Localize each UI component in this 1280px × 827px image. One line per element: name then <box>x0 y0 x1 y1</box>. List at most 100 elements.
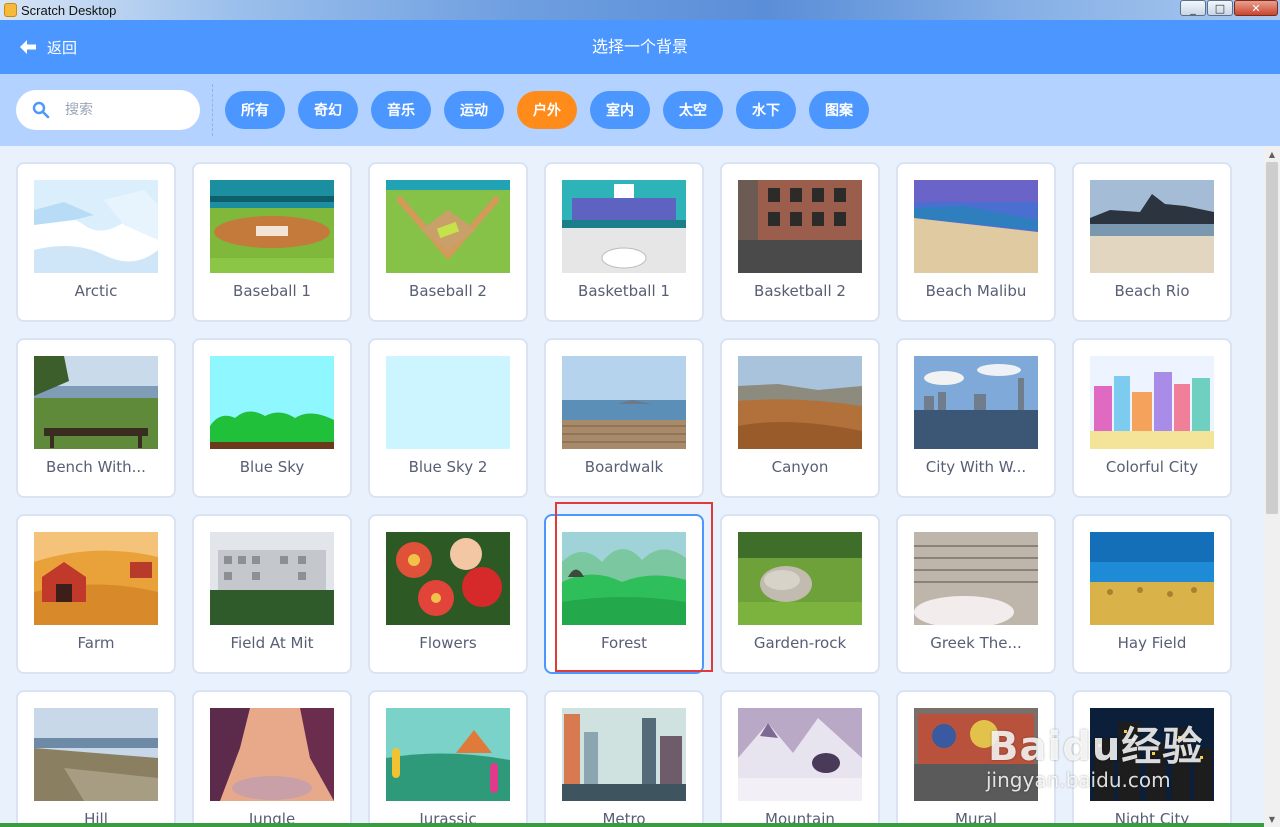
backdrop-thumbnail <box>738 708 862 801</box>
search-input[interactable] <box>65 102 185 118</box>
backdrop-card-night-city[interactable]: Night City <box>1072 690 1232 827</box>
backdrop-name: Hay Field <box>1117 634 1187 652</box>
backdrop-card-mountain[interactable]: Mountain <box>720 690 880 827</box>
backdrop-thumbnail <box>1090 708 1214 801</box>
backdrop-name: Canyon <box>771 458 829 476</box>
scroll-down-arrow-icon[interactable]: ▼ <box>1264 811 1280 827</box>
tag-music[interactable]: 音乐 <box>371 91 431 129</box>
backdrop-card-flowers[interactable]: Flowers <box>368 514 528 674</box>
backdrop-card-jungle[interactable]: Jungle <box>192 690 352 827</box>
backdrop-thumbnail <box>738 532 862 625</box>
scroll-up-arrow-icon[interactable]: ▲ <box>1264 146 1280 162</box>
backdrop-thumbnail <box>562 180 686 273</box>
backdrop-thumbnail <box>34 532 158 625</box>
tag-space[interactable]: 太空 <box>663 91 723 129</box>
backdrop-name: Field At Mit <box>230 634 314 652</box>
backdrop-card-beach-malibu[interactable]: Beach Malibu <box>896 162 1056 322</box>
backdrop-name: Bench With... <box>46 458 146 476</box>
backdrop-card-hay-field[interactable]: Hay Field <box>1072 514 1232 674</box>
backdrop-thumbnail <box>562 532 686 625</box>
backdrop-card-city-with-water[interactable]: City With W... <box>896 338 1056 498</box>
backdrop-name: City With W... <box>925 458 1027 476</box>
backdrop-thumbnail <box>738 180 862 273</box>
library-header: 返回 选择一个背景 <box>0 20 1280 74</box>
backdrop-thumbnail <box>914 532 1038 625</box>
backdrop-card-boardwalk[interactable]: Boardwalk <box>544 338 704 498</box>
backdrop-thumbnail <box>914 356 1038 449</box>
backdrop-grid: Arctic Baseball 1 Baseball 2 Basketball … <box>0 146 1264 827</box>
tag-all[interactable]: 所有 <box>225 91 285 129</box>
backdrop-card-blue-sky-2[interactable]: Blue Sky 2 <box>368 338 528 498</box>
scrollbar-thumb[interactable] <box>1266 162 1278 514</box>
scratch-app-icon <box>4 3 17 17</box>
backdrop-card-arctic[interactable]: Arctic <box>16 162 176 322</box>
backdrop-name: Beach Malibu <box>925 282 1027 300</box>
backdrop-thumbnail <box>386 180 510 273</box>
backdrop-thumbnail <box>34 180 158 273</box>
backdrop-name: Baseball 2 <box>409 282 487 300</box>
backdrop-thumbnail <box>386 356 510 449</box>
backdrop-card-garden-rock[interactable]: Garden-rock <box>720 514 880 674</box>
tag-indoors[interactable]: 室内 <box>590 91 650 129</box>
tag-outdoors[interactable]: 户外 <box>517 91 577 129</box>
backdrop-thumbnail <box>1090 180 1214 273</box>
backdrop-thumbnail <box>914 708 1038 801</box>
backdrop-card-baseball-2[interactable]: Baseball 2 <box>368 162 528 322</box>
backdrop-name: Boardwalk <box>584 458 664 476</box>
backdrop-thumbnail <box>34 356 158 449</box>
backdrop-card-metro[interactable]: Metro <box>544 690 704 827</box>
backdrop-name: Flowers <box>419 634 477 652</box>
tag-fantasy[interactable]: 奇幻 <box>298 91 358 129</box>
tag-underwater[interactable]: 水下 <box>736 91 796 129</box>
search-box[interactable] <box>16 90 200 130</box>
backdrop-name: Beach Rio <box>1114 282 1190 300</box>
minimize-button[interactable]: _ <box>1180 0 1206 16</box>
backdrop-name: Blue Sky 2 <box>408 458 488 476</box>
bottom-strip <box>0 823 1264 827</box>
backdrop-card-basketball-1[interactable]: Basketball 1 <box>544 162 704 322</box>
backdrop-card-mural[interactable]: Mural <box>896 690 1056 827</box>
backdrop-thumbnail <box>1090 356 1214 449</box>
grid-scrollbar[interactable]: ▲ ▼ <box>1264 146 1280 827</box>
backdrop-card-beach-rio[interactable]: Beach Rio <box>1072 162 1232 322</box>
backdrop-name: Baseball 1 <box>233 282 311 300</box>
backdrop-thumbnail <box>210 708 334 801</box>
backdrop-thumbnail <box>210 356 334 449</box>
backdrop-thumbnail <box>914 180 1038 273</box>
tag-patterns[interactable]: 图案 <box>809 91 869 129</box>
backdrop-thumbnail <box>210 532 334 625</box>
backdrop-card-farm[interactable]: Farm <box>16 514 176 674</box>
backdrop-card-blue-sky[interactable]: Blue Sky <box>192 338 352 498</box>
tag-sports[interactable]: 运动 <box>444 91 504 129</box>
close-button[interactable]: ✕ <box>1234 0 1278 16</box>
window-title: Scratch Desktop <box>21 2 117 18</box>
backdrop-name: Arctic <box>74 282 118 300</box>
filter-divider <box>212 84 213 136</box>
backdrop-card-colorful-city[interactable]: Colorful City <box>1072 338 1232 498</box>
backdrop-card-jurassic[interactable]: Jurassic <box>368 690 528 827</box>
backdrop-name: Blue Sky <box>239 458 305 476</box>
backdrop-thumbnail <box>386 532 510 625</box>
backdrop-card-greek-theater[interactable]: Greek The... <box>896 514 1056 674</box>
maximize-button[interactable]: □ <box>1207 0 1233 16</box>
backdrop-name: Farm <box>77 634 115 652</box>
backdrop-name: Forest <box>600 634 648 652</box>
backdrop-card-forest[interactable]: Forest <box>544 514 704 674</box>
backdrop-name: Greek The... <box>930 634 1022 652</box>
backdrop-card-basketball-2[interactable]: Basketball 2 <box>720 162 880 322</box>
backdrop-name: Colorful City <box>1105 458 1199 476</box>
backdrop-card-baseball-1[interactable]: Baseball 1 <box>192 162 352 322</box>
backdrop-thumbnail <box>386 708 510 801</box>
window-controls: _ □ ✕ <box>1180 0 1278 16</box>
backdrop-thumbnail <box>562 708 686 801</box>
backdrop-card-hill[interactable]: Hill <box>16 690 176 827</box>
backdrop-card-field-at-mit[interactable]: Field At Mit <box>192 514 352 674</box>
tag-list: 所有 奇幻 音乐 运动 户外 室内 太空 水下 图案 <box>225 91 869 129</box>
backdrop-thumbnail <box>34 708 158 801</box>
backdrop-card-bench-with-view[interactable]: Bench With... <box>16 338 176 498</box>
backdrop-card-canyon[interactable]: Canyon <box>720 338 880 498</box>
backdrop-name: Basketball 2 <box>754 282 846 300</box>
backdrop-thumbnail <box>562 356 686 449</box>
backdrop-name: Basketball 1 <box>578 282 670 300</box>
filter-bar: 所有 奇幻 音乐 运动 户外 室内 太空 水下 图案 <box>0 74 1280 146</box>
